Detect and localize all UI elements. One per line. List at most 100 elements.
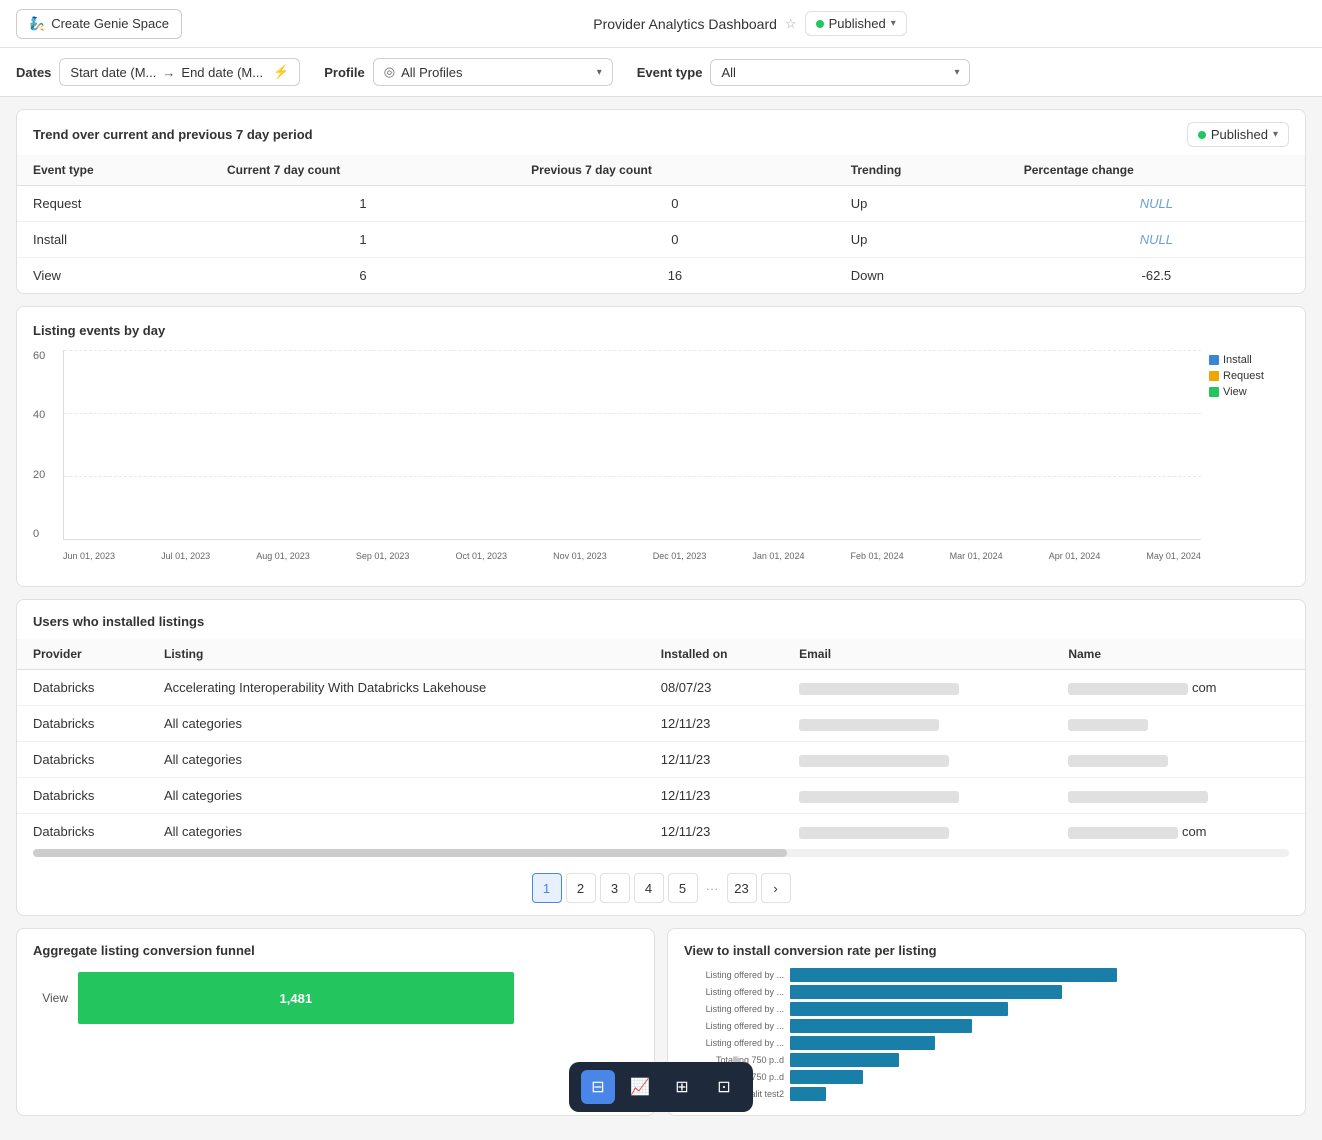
toolbar-filter-button[interactable]: ⊟ [581, 1070, 615, 1104]
y-axis-label: 0 [33, 528, 58, 540]
profile-control[interactable]: ◎ All Profiles ▾ [373, 58, 613, 86]
y-axis-label: 40 [33, 409, 58, 421]
redacted-name [1068, 683, 1188, 695]
cell-event-type: Install [17, 222, 211, 258]
x-axis: Jun 01, 2023Jul 01, 2023Aug 01, 2023Sep … [63, 542, 1201, 570]
toolbar-line-icon: 📈 [630, 1077, 650, 1097]
funnel-view-label: View [33, 991, 68, 1005]
funnel-value: 1,481 [280, 991, 313, 1006]
toolbar-funnel-icon: ⊡ [717, 1077, 730, 1097]
cell-name [1052, 778, 1305, 814]
conversion-section: View to install conversion rate per list… [668, 929, 1305, 1115]
x-axis-label: Jul 01, 2023 [161, 551, 210, 561]
legend-label: View [1223, 386, 1247, 398]
bolt-icon: ⚡ [273, 64, 289, 80]
cell-current: 6 [211, 258, 515, 294]
conversion-bars: Listing offered by ... Listing offered b… [684, 968, 1289, 1101]
trend-table: Event type Current 7 day count Previous … [17, 155, 1305, 293]
cell-installed-on: 12/11/23 [645, 706, 783, 742]
users-table-title: Users who installed listings [17, 600, 1305, 639]
redacted-name [1068, 755, 1168, 767]
conversion-bar-label: Listing offered by ... [684, 987, 784, 997]
cell-email [783, 742, 1052, 778]
legend-color [1209, 387, 1219, 397]
main-content: Trend over current and previous 7 day pe… [0, 97, 1322, 1128]
col-current-7day: Current 7 day count [211, 155, 515, 186]
star-icon[interactable]: ☆ [785, 16, 797, 32]
page-button-23[interactable]: 23 [727, 873, 757, 903]
conversion-bar-row: modalit test2 [684, 1087, 1289, 1101]
page-button-5[interactable]: 5 [668, 873, 698, 903]
legend-item: Install [1209, 354, 1289, 366]
published-label: Published [829, 16, 886, 31]
published-dropdown[interactable]: Published ▾ [805, 11, 907, 36]
create-btn-label: Create Genie Space [51, 16, 169, 31]
chart-title: Listing events by day [33, 323, 1289, 338]
cell-previous: 0 [515, 186, 835, 222]
funnel-section: Aggregate listing conversion funnel View… [17, 929, 654, 1038]
cell-current: 1 [211, 222, 515, 258]
cell-provider: Databricks [17, 778, 148, 814]
cell-previous: 16 [515, 258, 835, 294]
cell-pct-change: -62.5 [1008, 258, 1305, 294]
conversion-bar-fill [790, 1002, 1008, 1016]
conversion-bar-row: Listing offered by ... [684, 968, 1289, 982]
x-axis-label: Apr 01, 2024 [1049, 551, 1101, 561]
toolbar-grid-button[interactable]: ⊞ [665, 1070, 699, 1104]
cell-listing: All categories [148, 742, 645, 778]
cell-provider: Databricks [17, 814, 148, 850]
cell-email [783, 706, 1052, 742]
x-axis-label: Jan 01, 2024 [752, 551, 804, 561]
scrollbar-thumb [33, 849, 787, 857]
chart-bars [63, 350, 1201, 540]
grid-line-20 [64, 476, 1201, 477]
dates-control[interactable]: Start date (M... → End date (M... ⚡ [59, 58, 300, 86]
cell-installed-on: 12/11/23 [645, 778, 783, 814]
users-table-row: Databricks Accelerating Interoperability… [17, 670, 1305, 706]
header-center: Provider Analytics Dashboard ☆ Published… [194, 11, 1306, 36]
chart-legend: Install Request View [1209, 350, 1289, 570]
legend-label: Install [1223, 354, 1252, 366]
redacted-email [799, 755, 949, 767]
start-date-text: Start date (M... [70, 65, 156, 80]
funnel-bar: 1,481 [78, 972, 514, 1024]
conversion-bar-label: Listing offered by ... [684, 970, 784, 980]
profile-chevron-icon: ▾ [597, 67, 602, 78]
redacted-email [799, 719, 939, 731]
cell-trending: Down [835, 258, 1008, 294]
redacted-name [1068, 827, 1178, 839]
header: 🧞 Create Genie Space Provider Analytics … [0, 0, 1322, 48]
page-button-1[interactable]: 1 [532, 873, 562, 903]
grid-line-60 [64, 350, 1201, 351]
toolbar-line-button[interactable]: 📈 [623, 1070, 657, 1104]
funnel-bar-row: View 1,481 [33, 972, 638, 1024]
trend-table-row: Install 1 0 Up NULL [17, 222, 1305, 258]
conversion-bar-fill [790, 968, 1117, 982]
trend-published-dropdown[interactable]: Published ▾ [1187, 122, 1289, 147]
conversion-bar-fill [790, 985, 1062, 999]
pagination-next-button[interactable]: › [761, 873, 791, 903]
cell-listing: All categories [148, 778, 645, 814]
profile-filter-group: Profile ◎ All Profiles ▾ [324, 58, 612, 86]
users-table-header: Provider Listing Installed on Email Name [17, 639, 1305, 670]
page-button-3[interactable]: 3 [600, 873, 630, 903]
cell-current: 1 [211, 186, 515, 222]
page-button-2[interactable]: 2 [566, 873, 596, 903]
cell-pct-change: NULL [1008, 222, 1305, 258]
create-genie-space-button[interactable]: 🧞 Create Genie Space [16, 9, 182, 39]
cell-email [783, 670, 1052, 706]
toolbar-funnel-button[interactable]: ⊡ [707, 1070, 741, 1104]
cell-name [1052, 706, 1305, 742]
x-axis-label: Mar 01, 2024 [950, 551, 1003, 561]
x-axis-label: May 01, 2024 [1146, 551, 1201, 561]
event-type-control[interactable]: All ▾ [710, 59, 970, 86]
dashboard-title: Provider Analytics Dashboard [593, 16, 777, 32]
col-installed-on: Installed on [645, 639, 783, 670]
page-button-4[interactable]: 4 [634, 873, 664, 903]
horizontal-scrollbar[interactable] [33, 849, 1289, 857]
legend-label: Request [1223, 370, 1264, 382]
col-name: Name [1052, 639, 1305, 670]
chart-section: Listing events by day 6040200 Jun 01, 20… [17, 307, 1305, 586]
cell-name: com [1052, 814, 1305, 850]
trend-card: Trend over current and previous 7 day pe… [16, 109, 1306, 294]
